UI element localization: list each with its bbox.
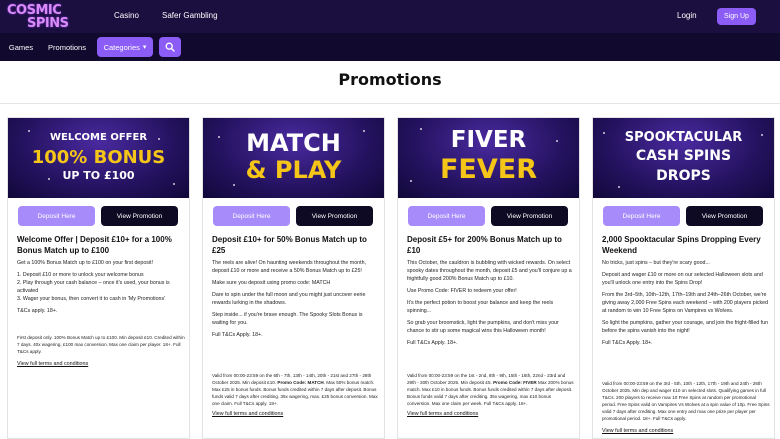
deposit-here-button[interactable]: Deposit Here bbox=[408, 206, 485, 226]
category-bar: Games Promotions Categories ▾ bbox=[0, 33, 780, 61]
promo-paragraph: So light the pumpkins, gather your coura… bbox=[602, 320, 769, 334]
banner-line-3: UP TO £100 bbox=[62, 169, 135, 182]
promo-small-print: Valid from 00:00-23:59 on the 6th - 7th,… bbox=[212, 373, 378, 406]
promo-paragraph: T&Cs apply. 18+. bbox=[17, 308, 58, 314]
promo-paragraph: Dare to spin under the full moon and you… bbox=[212, 292, 366, 306]
deposit-here-button[interactable]: Deposit Here bbox=[18, 206, 95, 226]
terms-link[interactable]: View full terms and conditions bbox=[17, 361, 88, 367]
promo-paragraph: Make sure you deposit using promo code: … bbox=[212, 280, 331, 286]
promo-paragraph: Full T&Cs Apply. 18+. bbox=[602, 340, 653, 346]
promo-title: Deposit £5+ for 200% Bonus Match up to £… bbox=[407, 235, 562, 255]
deposit-here-button[interactable]: Deposit Here bbox=[603, 206, 680, 226]
promo-title: 2,000 Spooktacular Spins Dropping Every … bbox=[602, 235, 761, 255]
banner-line-1: FIVER bbox=[450, 127, 527, 153]
promo-small-print: Valid from 00:00-23:59 on the 3rd - 5th,… bbox=[602, 381, 770, 421]
deposit-here-button[interactable]: Deposit Here bbox=[213, 206, 290, 226]
terms-link[interactable]: View full terms and conditions bbox=[212, 411, 283, 417]
banner-line-2: & PLAY bbox=[245, 156, 342, 184]
banner-line-1: WELCOME OFFER bbox=[49, 132, 148, 143]
promo-card-match-play: MATCH & PLAY Deposit Here View Promotion… bbox=[202, 117, 385, 439]
view-promotion-button[interactable]: View Promotion bbox=[491, 206, 568, 226]
promo-paragraph: Full T&Cs Apply. 18+. bbox=[212, 332, 263, 338]
promotions-tab[interactable]: Promotions bbox=[43, 37, 91, 57]
page-title: Promotions bbox=[338, 70, 442, 89]
promo-paragraph: The reels are alive! On haunting weekend… bbox=[212, 260, 367, 274]
cosmic-spins-logo[interactable]: COSMIC SPINS bbox=[5, 2, 87, 31]
view-promotion-button[interactable]: View Promotion bbox=[296, 206, 373, 226]
view-promotion-button[interactable]: View Promotion bbox=[101, 206, 178, 226]
chevron-down-icon: ▾ bbox=[142, 44, 147, 51]
promo-banner-spooktacular[interactable]: SPOOKTACULAR CASH SPINS DROPS bbox=[593, 118, 774, 198]
promo-title: Deposit £10+ for 50% Bonus Match up to £… bbox=[212, 235, 367, 255]
signup-button[interactable]: Sign Up bbox=[717, 8, 756, 25]
promo-card-spooktacular: SPOOKTACULAR CASH SPINS DROPS Deposit He… bbox=[592, 117, 775, 439]
banner-line-2: 100% BONUS bbox=[31, 147, 166, 168]
banner-line-1: SPOOKTACULAR bbox=[624, 130, 743, 145]
games-tab[interactable]: Games bbox=[3, 37, 39, 57]
terms-link[interactable]: View full terms and conditions bbox=[407, 411, 478, 417]
promo-paragraph: Step inside... if you're brave enough. T… bbox=[212, 312, 363, 326]
banner-line-2: CASH SPINS bbox=[635, 148, 732, 164]
nav-casino[interactable]: Casino bbox=[114, 11, 139, 20]
promo-description: The reels are alive! On haunting weekend… bbox=[212, 259, 380, 343]
promo-paragraph: Deposit and wager £10 or more on our sel… bbox=[602, 272, 763, 286]
promo-paragraph: 1. Deposit £10 or more to unlock your we… bbox=[17, 272, 170, 302]
promo-small-print: Valid from 00:00-23:59 on the 1st - 2nd,… bbox=[407, 373, 574, 406]
promo-description: This October, the cauldron is bubbling w… bbox=[407, 259, 575, 351]
promo-description: Get a 100% Bonus Match up to £100 on you… bbox=[17, 259, 185, 319]
promo-paragraph: Use Promo Code: FIVER to redeem your off… bbox=[407, 288, 517, 294]
promo-small-print: First deposit only. 100% Bonus Match up … bbox=[17, 335, 185, 354]
promo-paragraph: From the 3rd–5th, 10th–12th, 17th–19th a… bbox=[602, 292, 769, 314]
promo-card-welcome-offer: WELCOME OFFER 100% BONUS UP TO £100 Depo… bbox=[7, 117, 190, 439]
promo-paragraph: Full T&Cs Apply. 18+. bbox=[407, 340, 458, 346]
promo-paragraph: Get a 100% Bonus Match up to £100 on you… bbox=[17, 260, 154, 266]
view-promotion-button[interactable]: View Promotion bbox=[686, 206, 763, 226]
promo-paragraph: No tricks, just spins – but they're scar… bbox=[602, 260, 710, 266]
logo-line-2: SPINS bbox=[27, 16, 69, 31]
promo-paragraph: This October, the cauldron is bubbling w… bbox=[407, 260, 572, 282]
promo-paragraph: It's the perfect potion to boost your ba… bbox=[407, 300, 554, 314]
terms-link[interactable]: View full terms and conditions bbox=[602, 428, 673, 434]
nav-safer-gambling[interactable]: Safer Gambling bbox=[162, 11, 218, 20]
title-divider bbox=[0, 103, 780, 104]
login-link[interactable]: Login bbox=[677, 11, 697, 20]
search-button[interactable] bbox=[159, 37, 181, 57]
categories-dropdown[interactable]: Categories ▾ bbox=[97, 37, 153, 57]
promo-banner-match[interactable]: MATCH & PLAY bbox=[203, 118, 384, 198]
top-header: COSMIC SPINS Casino Safer Gambling Login… bbox=[0, 0, 780, 33]
promo-title: Welcome Offer | Deposit £10+ for a 100% … bbox=[17, 235, 172, 255]
promo-description: No tricks, just spins – but they're scar… bbox=[602, 259, 770, 351]
promo-paragraph: So grab your broomstick, light the pumpk… bbox=[407, 320, 559, 334]
search-icon bbox=[165, 42, 175, 52]
promo-banner-fiver[interactable]: FIVER FEVER bbox=[398, 118, 579, 198]
banner-line-3: DROPS bbox=[656, 168, 711, 184]
banner-line-1: MATCH bbox=[246, 129, 341, 157]
promo-banner-welcome[interactable]: WELCOME OFFER 100% BONUS UP TO £100 bbox=[8, 118, 189, 198]
categories-label: Categories bbox=[103, 42, 140, 52]
promo-card-fiver-fever: FIVER FEVER Deposit Here View Promotion … bbox=[397, 117, 580, 439]
banner-line-2: FEVER bbox=[439, 154, 538, 185]
